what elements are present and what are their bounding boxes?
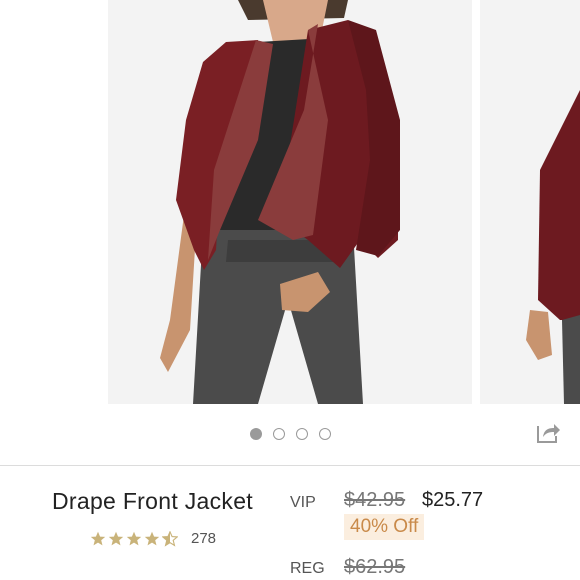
product-image-carousel[interactable] xyxy=(0,0,580,404)
product-rating[interactable]: 278 xyxy=(90,530,216,547)
star-icon xyxy=(90,531,106,545)
product-title: Drape Front Jacket xyxy=(52,488,253,514)
vip-sale-price: $25.77 xyxy=(422,489,484,511)
product-photo-next[interactable] xyxy=(480,0,580,404)
section-divider xyxy=(0,465,580,466)
carousel-dot[interactable] xyxy=(250,428,262,440)
carousel-dot[interactable] xyxy=(296,428,308,440)
reg-price: $62.95 xyxy=(344,556,406,578)
carousel-pagination xyxy=(250,428,331,440)
share-button[interactable] xyxy=(534,418,562,446)
star-icon xyxy=(126,531,142,545)
star-icon xyxy=(144,531,160,545)
share-icon xyxy=(537,424,560,443)
star-half-icon xyxy=(162,530,178,547)
star-icon xyxy=(108,531,124,545)
star-rating xyxy=(90,530,178,547)
vip-label: VIP xyxy=(290,494,316,511)
carousel-dot[interactable] xyxy=(319,428,331,440)
original-price: $42.95 xyxy=(344,489,406,511)
model-wearing-jacket-image xyxy=(108,0,472,404)
review-count: 278 xyxy=(191,530,217,547)
reg-label: REG xyxy=(290,560,325,577)
discount-badge: 40% Off xyxy=(344,514,425,540)
product-photo-main[interactable] xyxy=(108,0,472,404)
carousel-dot[interactable] xyxy=(273,428,285,440)
model-side-image xyxy=(480,0,580,404)
